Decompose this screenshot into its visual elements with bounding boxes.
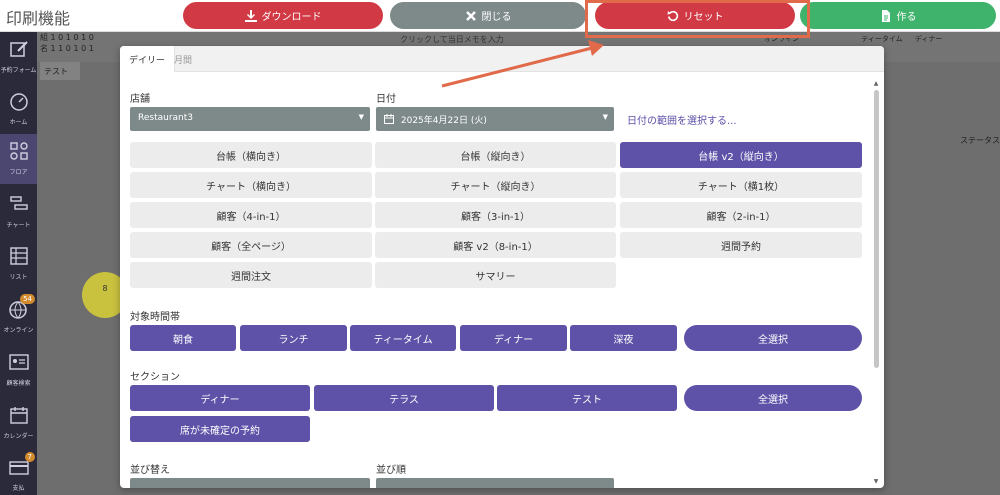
download-icon [244,9,257,22]
date-select-value: 2025年4月22日 (火) [400,116,487,126]
dinner-label: ディナー [914,35,943,43]
section-test[interactable]: テスト [497,385,677,411]
modal-tabs: デイリー 月間 [120,46,884,72]
order-label: 並び順 [376,465,406,476]
sort-select[interactable] [130,478,370,488]
format-ledger-portrait[interactable]: 台帳（縦向き） [375,142,616,168]
sidebar-item-floor[interactable]: フロア [0,134,37,184]
list-icon [9,247,28,265]
time-slot-late-night[interactable]: 深夜 [570,325,677,351]
sidebar-item-label: 顧客検索 [6,380,31,387]
format-chart-portrait[interactable]: チャート（縦向き） [375,172,616,198]
format-customer-3in1[interactable]: 顧客（3-in-1） [375,202,616,228]
store-select[interactable]: Restaurant3 ▼ [130,107,370,131]
payment-badge: 7 [24,452,35,462]
scroll-up-icon[interactable]: ▲ [872,80,880,88]
memo-input[interactable]: クリックして当日メモを入力 [400,34,504,45]
sidebar-item-label: チャート [6,222,31,229]
format-ledger-v2-portrait[interactable]: 台帳 v2（縦向き） [620,142,862,168]
sidebar-item-label: オンライン [3,327,34,334]
format-ledger-landscape[interactable]: 台帳（横向き） [130,142,372,168]
section-dinner[interactable]: ディナー [130,385,310,411]
sidebar-item-label: リスト [9,274,28,281]
teatime-label: ティータイム [861,35,903,43]
print-modal: デイリー 月間 店舗 Restaurant3 ▼ 日付 2025年4月22日 (… [120,46,884,488]
date-range-link[interactable]: 日付の範囲を選択する... [627,112,737,127]
format-customer-all-pages[interactable]: 顧客（全ページ） [130,232,372,258]
time-slot-label: 対象時間帯 [130,312,180,323]
sidebar-item-list[interactable]: リスト [0,239,37,289]
gauge-icon [9,93,28,111]
sidebar-item-customer-search[interactable]: 顧客検索 [0,345,37,395]
time-select-all-button[interactable]: 全選択 [684,325,862,351]
close-icon [465,10,476,21]
make-button[interactable]: 作る [800,2,996,29]
online-badge: 54 [20,294,35,304]
download-label: ダウンロード [261,12,322,23]
download-button[interactable]: ダウンロード [183,2,383,29]
order-select[interactable] [376,478,614,488]
date-label: 日付 [376,94,396,105]
caret-down-icon: ▼ [602,113,608,121]
format-weekly-reservations[interactable]: 週間予約 [620,232,862,258]
store-label: 店舗 [130,94,150,105]
section-terrace[interactable]: テラス [314,385,494,411]
tab-monthly[interactable]: 月間 [165,46,201,72]
background-counts: 組 1 0 1 0 1 0 名 1 1 0 1 0 1 [40,32,94,54]
sidebar: 予約フォーム ホーム フロア チャート リスト 54 オンライン 顧客検索 カレ… [0,32,37,495]
modal-scrollbar[interactable]: ▲ ▼ [872,80,880,486]
sidebar-item-label: 支払 [12,485,25,492]
top-bar: 印刷機能 ダウンロード 閉じる リセット 作る [0,0,1000,32]
store-select-value: Restaurant3 [138,113,193,123]
chart-icon [9,196,28,210]
document-icon [881,9,890,22]
caret-down-icon: ▼ [358,113,364,121]
format-customer-4in1[interactable]: 顧客（4-in-1） [130,202,372,228]
sidebar-item-label: ホーム [9,119,28,126]
sidebar-item-label: フロア [9,169,28,176]
sort-label: 並び替え [130,465,170,476]
background-status-header: ステータス [960,136,1000,145]
time-slot-lunch[interactable]: ランチ [240,325,347,351]
counts-row-groups: 組 1 0 1 0 1 0 [40,33,94,42]
close-label: 閉じる [481,12,512,23]
sidebar-item-home[interactable]: ホーム [0,84,37,134]
app-title: 印刷機能 [6,9,71,28]
format-customer-2in1[interactable]: 顧客（2-in-1） [620,202,862,228]
sidebar-item-label: 予約フォーム [0,67,37,74]
make-label: 作る [896,12,917,23]
scroll-down-icon[interactable]: ▼ [872,478,880,486]
calendar-icon [384,114,394,124]
section-select-all-button[interactable]: 全選択 [684,385,862,411]
sidebar-item-payment[interactable]: 7 支払 [0,450,37,495]
sidebar-item-label: カレンダー [3,433,34,440]
format-chart-landscape-single[interactable]: チャート（横1枚） [620,172,862,198]
section-unassigned[interactable]: 席が未確定の予約 [130,416,310,442]
time-slot-dinner[interactable]: ディナー [460,325,567,351]
format-customer-v2-8in1[interactable]: 顧客 v2（8-in-1） [375,232,616,258]
section-label: セクション [130,372,180,383]
scroll-thumb[interactable] [874,90,879,368]
time-slot-breakfast[interactable]: 朝食 [130,325,236,351]
edit-icon [9,41,28,57]
format-chart-landscape[interactable]: チャート（横向き） [130,172,372,198]
format-weekly-orders[interactable]: 週間注文 [130,262,372,288]
date-select[interactable]: 2025年4月22日 (火) ▼ [376,107,614,131]
counts-row-people: 名 1 1 0 1 0 1 [40,44,94,53]
calendar-icon [9,407,28,424]
sidebar-item-online[interactable]: 54 オンライン [0,292,37,342]
floor-icon [9,142,28,160]
sidebar-item-chart[interactable]: チャート [0,187,37,237]
time-slot-teatime[interactable]: ティータイム [350,325,456,351]
sidebar-item-calendar[interactable]: カレンダー [0,398,37,448]
close-button[interactable]: 閉じる [390,2,586,29]
background-test-tab[interactable]: テスト [40,62,80,80]
reset-highlight-box [585,0,810,38]
id-card-icon [8,354,29,370]
sidebar-item-reservation-form[interactable]: 予約フォーム [0,32,37,82]
format-summary[interactable]: サマリー [375,262,616,288]
